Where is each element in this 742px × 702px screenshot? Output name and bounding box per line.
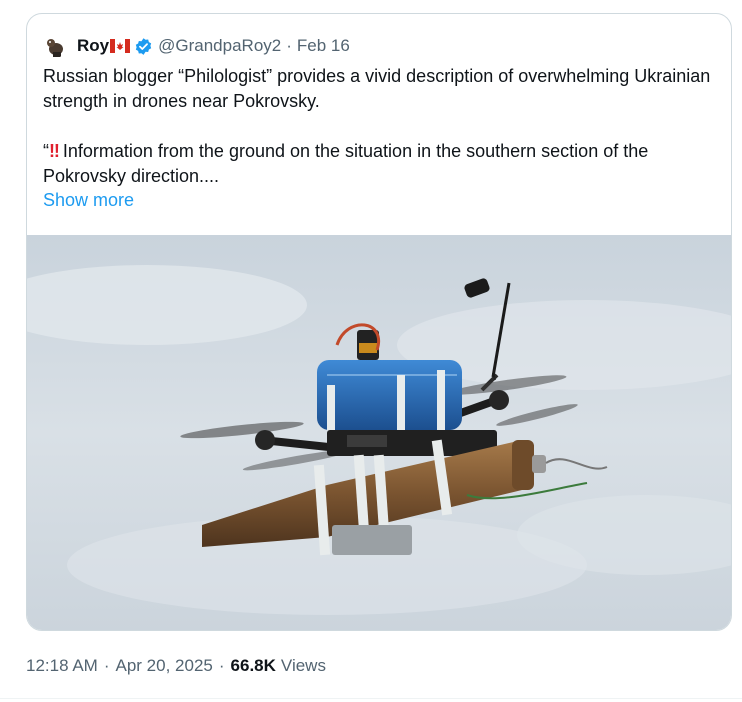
show-more-link[interactable]: Show more xyxy=(43,190,134,211)
drone-photo xyxy=(27,235,731,630)
tweet-date[interactable]: Apr 20, 2025 xyxy=(116,656,213,676)
bottom-divider xyxy=(0,698,742,699)
tweet-text-paragraph-2: “‼ Information from the ground on the sit… xyxy=(43,139,723,189)
tweet-time[interactable]: 12:18 AM xyxy=(26,656,98,676)
quoted-tweet-card[interactable]: Roy @GrandpaRoy2 · Feb 16 Russian blogge… xyxy=(26,13,732,631)
tweet-meta: 12:18 AM · Apr 20, 2025 · 66.8K Views xyxy=(26,652,326,680)
header-separator: · xyxy=(286,36,292,55)
meta-separator-1: · xyxy=(103,656,110,675)
quoted-tweet-header: Roy @GrandpaRoy2 · Feb 16 xyxy=(43,34,350,58)
tweet-text-line-2: Information from the ground on the situa… xyxy=(43,141,649,186)
views-label: Views xyxy=(280,656,326,675)
author-handle[interactable]: @GrandpaRoy2 xyxy=(158,36,281,56)
views-count: 66.8K xyxy=(230,656,276,675)
canada-flag-icon xyxy=(110,39,131,53)
tweet-media-image[interactable] xyxy=(27,235,731,630)
quoted-tweet-date[interactable]: Feb 16 xyxy=(297,36,350,56)
meta-separator-2: · xyxy=(218,656,225,675)
tweet-text-paragraph-1: Russian blogger “Philologist” provides a… xyxy=(43,66,711,111)
author-avatar[interactable] xyxy=(43,34,67,58)
author-name[interactable]: Roy xyxy=(77,36,109,56)
quoted-tweet-text: Russian blogger “Philologist” provides a… xyxy=(43,64,723,189)
verified-badge-icon xyxy=(134,37,153,56)
double-exclamation-icon: ‼ xyxy=(49,141,60,161)
